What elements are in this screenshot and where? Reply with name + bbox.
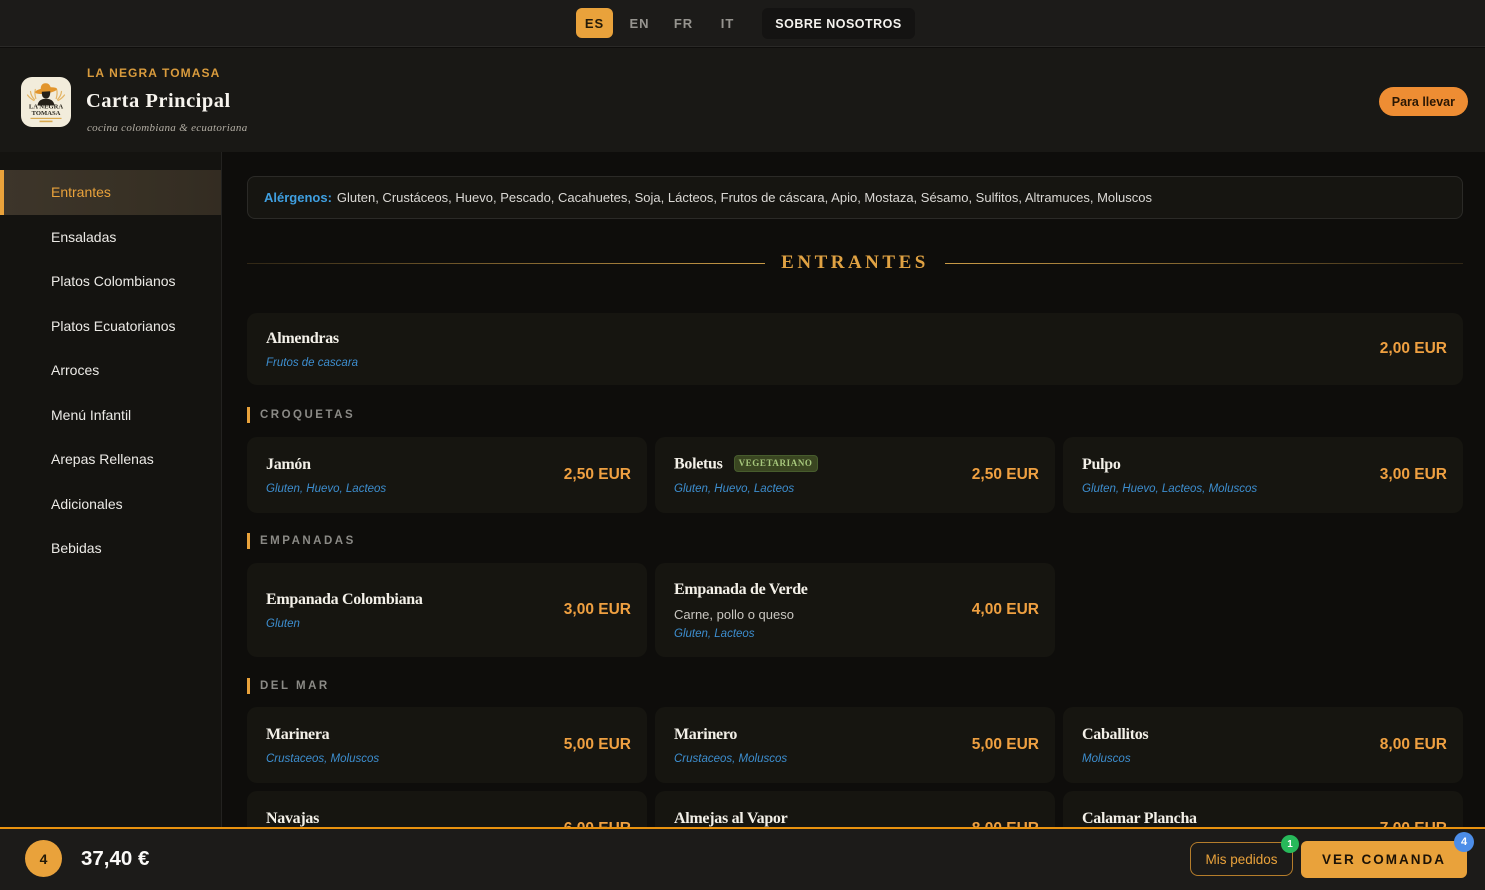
svg-text:TOMASA: TOMASA (32, 110, 61, 117)
